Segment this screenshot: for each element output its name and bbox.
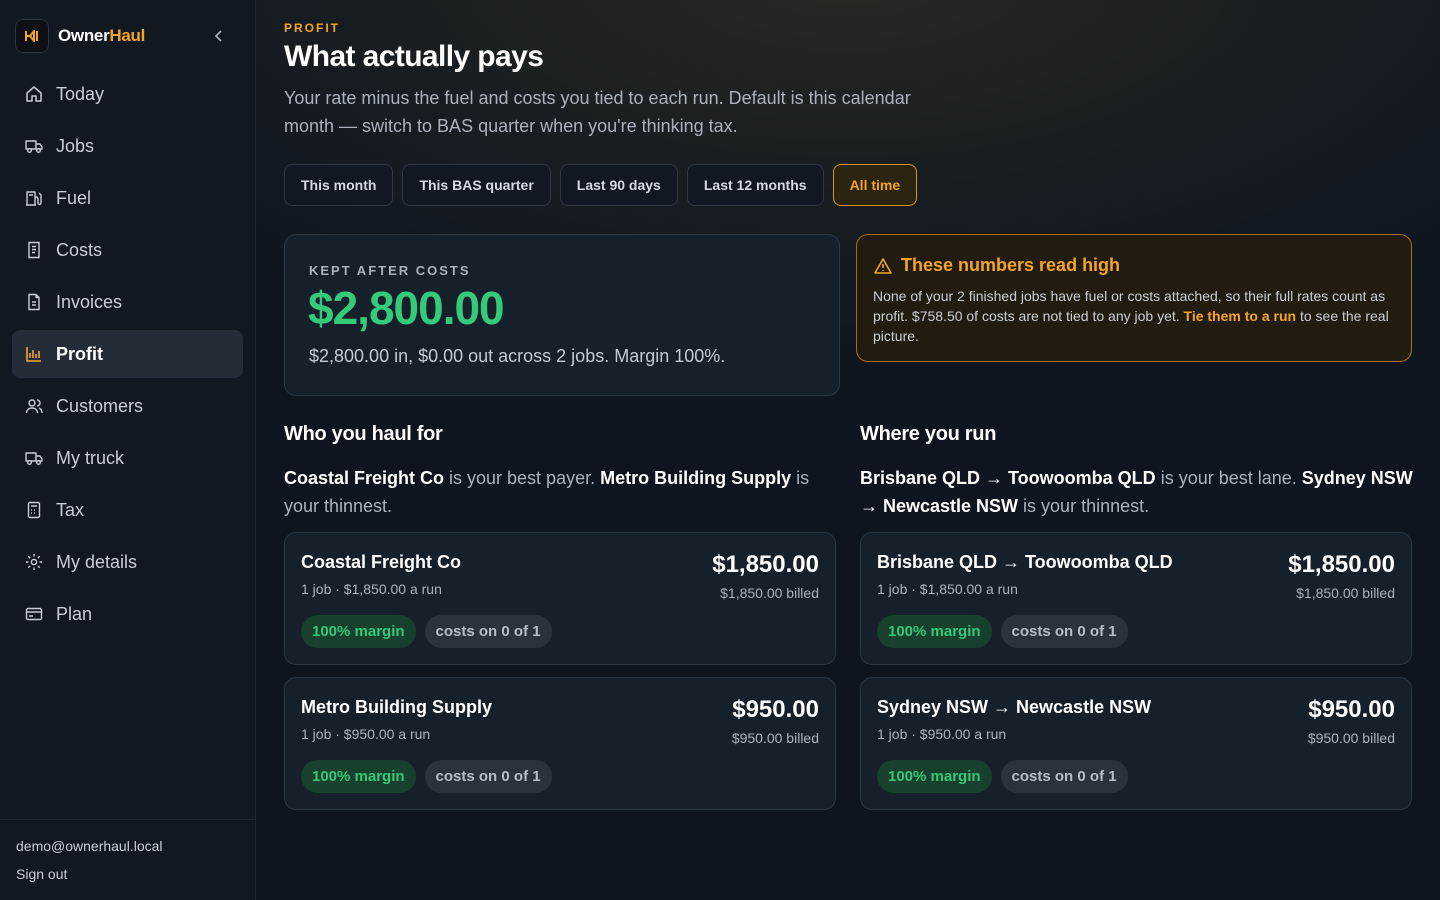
lane-name: Brisbane QLD → Toowoomba QLD [877,552,1173,572]
lanes-summary: Brisbane QLD → Toowoomba QLD is your bes… [860,468,1413,516]
sign-out-link[interactable]: Sign out [16,866,67,882]
filter-bas-quarter-button[interactable]: This BAS quarter [402,164,551,206]
gear-icon [25,553,43,571]
users-icon [25,397,43,415]
margin-badge: 100% margin [301,760,416,793]
kept-detail: $2,800.00 in, $0.00 out across 2 jobs. M… [309,346,726,366]
bar-chart-icon [25,345,43,363]
warning-body: None of your 2 finished jobs have fuel o… [873,288,1389,344]
warning-card: These numbers read high None of your 2 f… [856,234,1412,362]
date-range-filters: This month This BAS quarter Last 90 days… [284,164,926,206]
sidebar-item-label: My truck [56,447,125,468]
kept-value: $2,800.00 [308,282,505,334]
lane-billed: $1,850.00 billed [1296,585,1395,601]
tie-to-run-link[interactable]: Tie them to a run [1184,308,1297,324]
badges: 100% margin costs on 0 of 1 [301,760,552,793]
page-subtitle: Your rate minus the fuel and costs you t… [284,88,911,136]
chevron-left-icon[interactable] [209,25,229,47]
sidebar-item-label: Costs [56,239,103,260]
costs-badge: costs on 0 of 1 [1000,760,1128,793]
brand-name: OwnerHaul [58,26,146,45]
lane-amount: $950.00 [1308,696,1395,723]
costs-badge: costs on 0 of 1 [1000,615,1128,648]
customer-billed: $950.00 billed [731,730,819,746]
customer-meta: 1 job · $1,850.00 a run [301,581,442,597]
page-title: What actually pays [284,40,544,73]
customer-amount: $1,850.00 [712,551,819,578]
customer-billed: $1,850.00 billed [720,585,819,601]
sidebar-item-costs[interactable]: Costs [12,226,243,274]
sidebar-item-tax[interactable]: Tax [12,486,243,534]
brand[interactable]: OwnerHaul [15,19,145,53]
costs-badge: costs on 0 of 1 [424,760,552,793]
sidebar-item-my-details[interactable]: My details [12,538,243,586]
sidebar-item-label: Today [56,83,105,104]
sidebar-footer: demo@ownerhaul.local Sign out [0,819,255,900]
customer-meta: 1 job · $950.00 a run [301,726,431,742]
customers-summary: Coastal Freight Co is your best payer. M… [284,468,810,516]
lane-card[interactable]: Sydney NSW → Newcastle NSW 1 job · $950.… [860,677,1412,810]
sidebar-item-label: Fuel [56,187,92,208]
customers-section-title: Who you haul for [284,423,443,445]
sidebar-item-label: Tax [56,499,85,520]
filter-last-90-days-button[interactable]: Last 90 days [559,164,678,206]
warning-triangle-icon [874,257,892,275]
filter-last-12-months-button[interactable]: Last 12 months [686,164,824,206]
margin-badge: 100% margin [877,615,992,648]
document-icon [25,293,43,311]
sidebar-item-invoices[interactable]: Invoices [12,278,243,326]
main-content: PROFIT What actually pays Your rate minu… [256,0,1440,900]
customer-card[interactable]: Metro Building Supply 1 job · $950.00 a … [284,677,836,810]
sidebar-item-label: Invoices [56,291,123,312]
page-eyebrow: PROFIT [284,21,340,35]
user-email: demo@ownerhaul.local [16,838,163,854]
sidebar-item-customers[interactable]: Customers [12,382,243,430]
calculator-icon [25,501,43,519]
sidebar-item-profit[interactable]: Profit [12,330,243,378]
kept-after-costs-card: KEPT AFTER COSTS $2,800.00 $2,800.00 in,… [284,234,840,396]
sidebar-item-my-truck[interactable]: My truck [12,434,243,482]
sidebar-item-fuel[interactable]: Fuel [12,174,243,222]
brand-logo-icon [15,19,49,53]
fuel-pump-icon [25,189,43,207]
customer-amount: $950.00 [732,696,819,723]
badges: 100% margin costs on 0 of 1 [301,615,552,648]
badges: 100% margin costs on 0 of 1 [877,760,1128,793]
credit-card-icon [25,605,43,623]
sidebar-item-today[interactable]: Today [12,70,243,118]
sidebar-item-label: Profit [56,343,103,364]
sidebar-nav: Today Jobs Fuel Costs Invoices Profit Cu… [12,70,243,642]
customer-card[interactable]: Coastal Freight Co 1 job · $1,850.00 a r… [284,532,836,665]
lanes-section-title: Where you run [860,423,997,445]
truck-icon [25,137,43,155]
kept-label: KEPT AFTER COSTS [309,263,471,278]
warning-title-text: These numbers read high [901,255,1121,275]
lane-meta: 1 job · $1,850.00 a run [877,581,1018,597]
margin-badge: 100% margin [877,760,992,793]
sidebar-item-label: My details [56,551,138,572]
lane-card[interactable]: Brisbane QLD → Toowoomba QLD 1 job · $1,… [860,532,1412,665]
sidebar: OwnerHaul Today Jobs Fuel Costs Invoices… [0,0,256,900]
costs-badge: costs on 0 of 1 [424,615,552,648]
lane-billed: $950.00 billed [1307,730,1395,746]
sidebar-item-plan[interactable]: Plan [12,590,243,638]
home-icon [25,85,43,103]
warning-title: These numbers read high [874,255,1120,276]
customer-name: Metro Building Supply [301,697,492,717]
receipt-icon [25,241,43,259]
filter-this-month-button[interactable]: This month [284,164,394,206]
sidebar-item-label: Jobs [56,135,95,156]
sidebar-item-label: Customers [56,395,144,416]
badges: 100% margin costs on 0 of 1 [877,615,1128,648]
filter-all-time-button[interactable]: All time [832,164,918,206]
sidebar-item-jobs[interactable]: Jobs [12,122,243,170]
lane-amount: $1,850.00 [1288,551,1395,578]
lane-meta: 1 job · $950.00 a run [877,726,1007,742]
margin-badge: 100% margin [301,615,416,648]
lane-name: Sydney NSW → Newcastle NSW [877,697,1152,717]
sidebar-item-label: Plan [56,603,93,624]
customer-name: Coastal Freight Co [301,552,462,572]
truck-icon [25,449,43,467]
